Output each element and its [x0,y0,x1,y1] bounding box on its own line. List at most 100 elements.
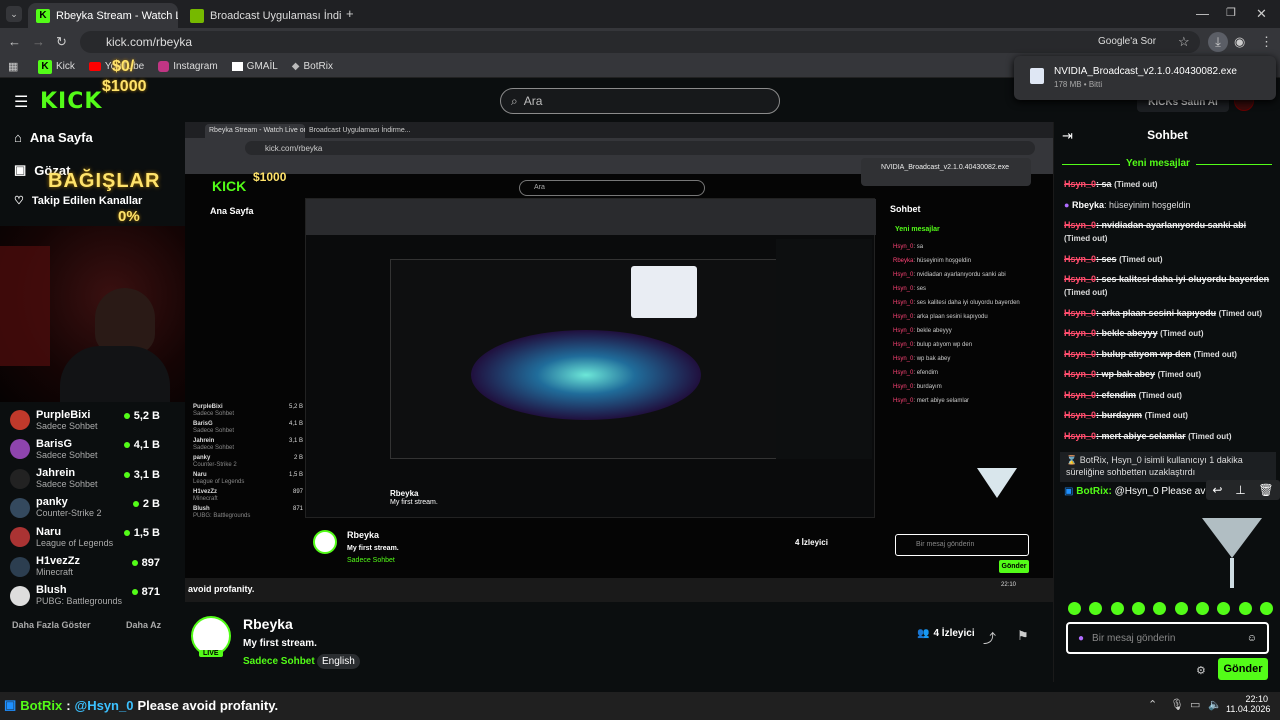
minimize-icon[interactable]: — [1196,6,1209,21]
follow-icon[interactable]: ⚑ [1017,628,1029,644]
sidebar-channel[interactable]: Blush PUBG: Battlegrounds 871 [10,582,160,610]
send-button[interactable]: Gönder [1218,658,1268,680]
channel-name: H1vezZz [36,555,81,567]
emote-icon[interactable] [1259,602,1273,615]
profile-icon[interactable]: ◉ [1234,34,1245,50]
show-less-link[interactable]: Daha Az [126,620,161,630]
search-input[interactable]: ⌕ Ara [500,88,780,114]
sidebar-channel[interactable]: Naru League of Legends 1,5 B [10,523,160,551]
tab-broadcast[interactable]: Broadcast Uygulaması İndirme... ✕ [182,3,342,28]
timed-out-label: (Timed out) [1218,308,1263,318]
nav-home[interactable]: ⌂ Ana Sayfa [14,130,93,145]
chat-username[interactable]: Hsyn_0 [1064,431,1096,441]
download-icon[interactable]: ⤓ [1208,32,1228,52]
bookmark-star-icon[interactable]: ☆ [1178,34,1190,50]
emoji-icon[interactable]: ☺ [1247,633,1257,644]
chat-text: bulup atıyom wp den [1101,348,1192,359]
live-dot-icon [123,413,130,419]
emote-icon[interactable] [1110,602,1124,615]
channel-avatar [10,439,30,460]
emote-icon[interactable] [1089,602,1103,615]
show-more-link[interactable]: Daha Fazla Göster [12,620,91,630]
timed-out-label: (Timed out) [1144,411,1188,420]
reload-icon[interactable]: ↻ [56,34,67,50]
window-close-icon[interactable]: ✕ [1256,6,1267,22]
nav-following[interactable]: ♡ Takip Edilen Kanallar [14,194,142,208]
apps-grid-icon[interactable]: ▦ [8,60,18,73]
pin-icon[interactable]: ⊥ [1235,483,1245,497]
language-tag[interactable]: English [317,654,360,669]
bookmark-botrix[interactable]: ◆ BotRix [292,61,333,72]
delete-icon[interactable]: 🗑 [1258,483,1273,497]
sidebar-channel[interactable]: BarisG Sadece Sohbet 4,1 B [10,435,160,463]
tray-chevron-icon[interactable]: ⌃ [1148,698,1157,711]
inner-channel: panky 2 B Counter-Strike 2 [193,455,303,468]
chat-username[interactable]: Hsyn_0 [1064,254,1096,264]
sidebar-channel[interactable]: Jahrein Sadece Sohbet 3,1 B [10,465,160,493]
bookmark-instagram[interactable]: Instagram [158,61,218,72]
chat-username[interactable]: Hsyn_0 [1064,308,1096,318]
new-tab-icon[interactable]: + [346,6,354,21]
back-icon[interactable]: ← [8,34,21,49]
download-popup[interactable]: NVIDIA_Broadcast_v2.1.0.40430082.exe 178… [1014,56,1276,100]
chat-username[interactable]: Hsyn_0 [1064,349,1096,359]
inner-alert-text: avoid profanity. [188,584,255,594]
chat-username[interactable]: Hsyn_0 [1064,179,1096,189]
inner-tab-2: Broadcast Uygulaması İndirme... [309,127,411,134]
emote-icon[interactable] [1131,602,1145,615]
channel-name: BarisG [36,437,73,450]
share-icon[interactable]: ⤴ [983,628,996,647]
clock[interactable]: 22:10 11.04.2026 [1226,694,1270,714]
reply-icon[interactable]: ↩ [1212,483,1222,497]
emote-icon[interactable] [1174,602,1188,615]
chat-username[interactable]: Hsyn_0 [1064,390,1096,400]
chat-username[interactable]: Rbeyka [1072,200,1104,210]
chat-username[interactable]: Hsyn_0 [1064,369,1096,379]
bot-username[interactable]: BotRix: [1076,486,1112,497]
channel-game: League of Legends [36,537,114,548]
url-field[interactable]: kick.com/rbeyka [80,31,1200,53]
sidebar-channel[interactable]: panky Counter-Strike 2 2 B [10,494,160,522]
emote-icon[interactable] [1217,602,1231,615]
sidebar-channel[interactable]: PurpleBixi Sadece Sohbet 5,2 B [10,406,160,434]
sidebar-channel[interactable]: H1vezZz Minecraft 897 [10,553,160,581]
channel-avatar [10,556,30,577]
emote-icon[interactable] [1153,602,1167,615]
inner-channel: Jahrein 3,1 B Sadece Sohbet [193,438,303,451]
tab-rbeyka[interactable]: K Rbeyka Stream - Watch Live on... ✕ [28,3,178,28]
hamburger-menu-icon[interactable]: ☰ [14,92,28,112]
chat-username[interactable]: Hsyn_0 [1064,220,1096,230]
chat-input[interactable]: ● Bir mesaj gönderin ☺ [1066,622,1269,654]
category-link[interactable]: Sadece Sohbet [243,656,315,667]
kick-logo[interactable]: KICK [40,89,102,114]
forward-icon[interactable]: → [32,34,45,49]
chat-username[interactable]: Hsyn_0 [1064,410,1096,420]
emote-icon[interactable] [1195,602,1209,615]
video-player[interactable]: Rbeyka Stream - Watch Live on... Broadca… [185,122,1053,602]
chat-text: bekle abeyyy [1101,328,1158,338]
network-icon[interactable]: ▭ [1190,698,1200,711]
volume-icon[interactable]: 🔈 [1208,698,1222,711]
bookmark-kick[interactable]: K Kick [38,59,75,74]
emote-bar [1068,602,1273,618]
emote-icon[interactable] [1238,602,1252,615]
mic-icon[interactable]: 🎙 [1170,698,1184,711]
viewers-icon: 👥 [917,628,930,639]
inner-chat-message: Hsyn_0: bulup atıyom wp den [893,342,973,348]
bookmark-gmail[interactable]: GMAİL [231,61,278,72]
maximize-icon[interactable]: ❐ [1226,6,1236,19]
tab-search-icon[interactable]: ⌄ [6,6,22,22]
chat-username[interactable]: Hsyn_0 [1064,274,1096,284]
chat-text: wp bak abey [1101,369,1156,379]
browser-tab-bar: ⌄ K Rbeyka Stream - Watch Live on... ✕ B… [0,0,1280,28]
google-lens-button[interactable]: Google'a Sor [1098,36,1156,47]
emote-icon[interactable] [1068,602,1081,615]
streamer-name[interactable]: Rbeyka [243,616,293,632]
hourglass-icon: ⌛ [1066,455,1078,465]
chat-message: Hsyn_0: bekle abeyyy (Timed out) [1064,328,1204,338]
chat-username[interactable]: Hsyn_0 [1064,328,1096,338]
live-dot-icon [131,588,138,595]
settings-gear-icon[interactable]: ⚙ [1196,664,1206,677]
inner-channel-list: PurpleBixi 5,2 B Sadece Sohbet BarisG 4,1 BS… [193,404,303,534]
menu-icon[interactable]: ⋮ [1260,34,1273,50]
